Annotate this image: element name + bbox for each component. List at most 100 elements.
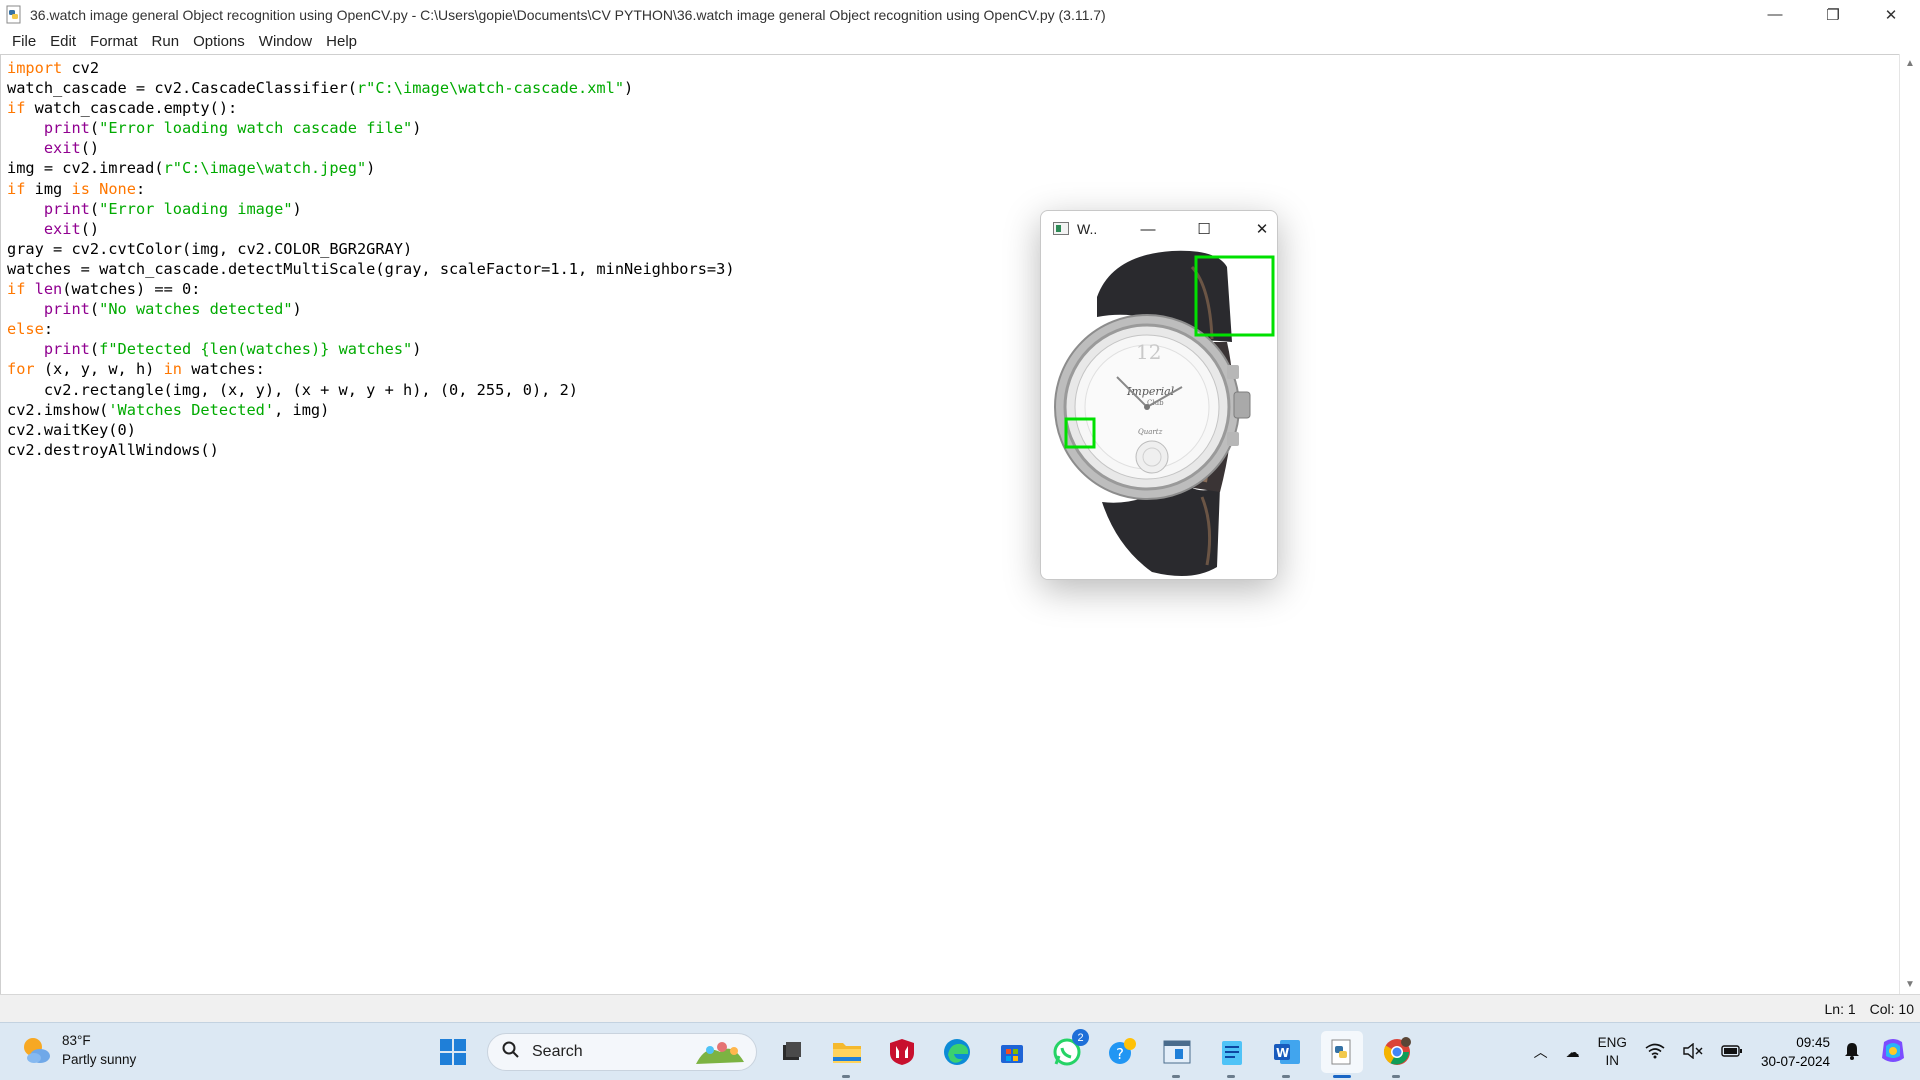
code-line[interactable]: watches = watch_cascade.detectMultiScale… [7,259,735,279]
code-token: exit [43,219,81,238]
notification-bell-icon[interactable] [1844,1042,1860,1063]
volume-muted-icon[interactable] [1683,1042,1703,1062]
task-view-icon[interactable] [771,1031,813,1073]
scroll-up-icon[interactable]: ▲ [1905,58,1915,69]
code-line[interactable]: cv2.destroyAllWindows() [7,440,735,460]
menu-edit[interactable]: Edit [43,33,83,50]
code-token: ) [624,79,634,98]
code-line[interactable]: for (x, y, w, h) in watches: [7,359,735,379]
status-col: Col: 10 [1869,1001,1914,1017]
code-token: len [34,280,63,299]
code-line[interactable]: cv2.waitKey(0) [7,420,735,440]
code-line[interactable]: import cv2 [7,58,735,78]
status-bar: Ln: 1 Col: 10 [0,994,1920,1022]
code-token: r"C:\image\watch.jpeg" [163,159,367,178]
code-editor[interactable]: import cv2 watch_cascade = cv2.CascadeCla… [0,54,1899,994]
code-line[interactable]: print(f"Detected {len(watches)} watches"… [7,339,735,359]
microsoft-store-icon[interactable] [991,1031,1033,1073]
code-line[interactable]: gray = cv2.cvtColor(img, cv2.COLOR_BGR2G… [7,239,735,259]
code-token: exit [43,139,81,158]
opencv-image-window[interactable]: W.. — ☐ ✕ 12 Imperial Club [1040,210,1278,580]
system-tray: ︿ ☁ ENG IN 09:45 30-07-2024 [1534,1023,1920,1080]
start-button[interactable] [432,1031,474,1073]
code-token: print [43,199,90,218]
code-line[interactable]: print("Error loading watch cascade file"… [7,118,735,138]
code-line[interactable]: print("Error loading image") [7,199,735,219]
code-token: ) [412,340,422,359]
code-token: ) [366,159,376,178]
onedrive-sync-icon[interactable]: ☁ [1566,1044,1580,1061]
taskbar: 83°F Partly sunny Search 2 ? W ︿ ☁ ENG I… [0,1022,1920,1080]
code-line[interactable]: img = cv2.imread(r"C:\image\watch.jpeg") [7,158,735,178]
get-help-icon[interactable]: ? [1101,1031,1143,1073]
code-token: : [43,320,54,339]
menu-window[interactable]: Window [252,33,319,50]
menu-run[interactable]: Run [145,33,187,50]
copilot-icon[interactable] [1878,1036,1908,1069]
close-button[interactable]: ✕ [1862,0,1920,29]
code-token: for [7,360,35,379]
code-token: () [80,139,100,158]
dial-numeral: 12 [1136,340,1161,364]
code-token: 'Watches Detected' [108,400,275,419]
code-token: cv2.rectangle(img, (x, y), (x + w, y + h… [7,380,578,399]
mcafee-icon[interactable] [881,1031,923,1073]
menu-options[interactable]: Options [186,33,252,50]
vertical-scrollbar[interactable]: ▲ ▼ [1899,54,1920,994]
code-token: img [25,179,72,198]
menu-format[interactable]: Format [83,33,145,50]
code-line[interactable]: print("No watches detected") [7,299,735,319]
code-token: ( [89,340,100,359]
edge-icon[interactable] [936,1031,978,1073]
app-window-icon[interactable] [1156,1031,1198,1078]
code-line[interactable]: cv2.rectangle(img, (x, y), (x + w, y + h… [7,380,735,400]
code-token: cv2.imshow( [7,400,109,419]
opencv-window-icon [1053,222,1069,235]
weather-widget[interactable]: 83°F Partly sunny [20,1031,136,1069]
wifi-icon[interactable] [1645,1043,1665,1062]
restore-button[interactable]: ❐ [1804,0,1862,29]
opencv-close-button[interactable]: ✕ [1247,215,1277,243]
code-line[interactable]: exit() [7,219,735,239]
chrome-icon[interactable] [1376,1031,1418,1078]
language-top: ENG [1597,1035,1627,1050]
code-token: () [80,219,100,238]
clock-date: 30-07-2024 [1760,1054,1830,1069]
opencv-maximize-button[interactable]: ☐ [1189,215,1219,243]
language-indicator[interactable]: ENG IN [1598,1034,1627,1070]
code-token: ( [89,199,100,218]
python-idle-icon[interactable] [1321,1031,1363,1078]
menu-help[interactable]: Help [319,33,364,50]
minimize-button[interactable]: — [1746,0,1804,29]
code-text[interactable]: import cv2 watch_cascade = cv2.CascadeCla… [7,58,735,460]
word-icon[interactable]: W [1266,1031,1308,1078]
scroll-down-icon[interactable]: ▼ [1905,979,1915,990]
clock[interactable]: 09:45 30-07-2024 [1761,1033,1830,1071]
battery-icon[interactable] [1721,1044,1743,1060]
code-token: watches = watch_cascade.detectMultiScale… [7,259,735,278]
code-line[interactable]: if img is None: [7,179,735,199]
notepad-icon[interactable] [1211,1031,1253,1078]
taskbar-search[interactable]: Search [487,1033,757,1071]
code-line[interactable]: cv2.imshow('Watches Detected', img) [7,400,735,420]
code-line[interactable]: if watch_cascade.empty(): [7,98,735,118]
code-line[interactable]: else: [7,319,735,339]
dial-quartz: Quartz [1138,428,1163,436]
code-line[interactable]: exit() [7,138,735,158]
opencv-minimize-button[interactable]: — [1133,215,1163,243]
code-token: if [7,280,26,299]
code-token: cv2.waitKey(0) [7,420,136,439]
menu-file[interactable]: File [5,33,43,50]
search-label: Search [532,1043,583,1060]
code-token: cv2.destroyAllWindows() [7,440,219,459]
code-token: watches: [182,360,265,379]
code-line[interactable]: watch_cascade = cv2.CascadeClassifier(r"… [7,78,735,98]
whatsapp-icon[interactable]: 2 [1046,1029,1089,1073]
file-explorer-icon[interactable] [826,1031,868,1078]
whatsapp-badge: 2 [1072,1029,1089,1046]
code-line[interactable]: if len(watches) == 0: [7,279,735,299]
code-token: f"Detected {len(watches)} watches" [99,340,413,359]
show-hidden-icons-chevron-icon[interactable]: ︿ [1534,1042,1548,1062]
